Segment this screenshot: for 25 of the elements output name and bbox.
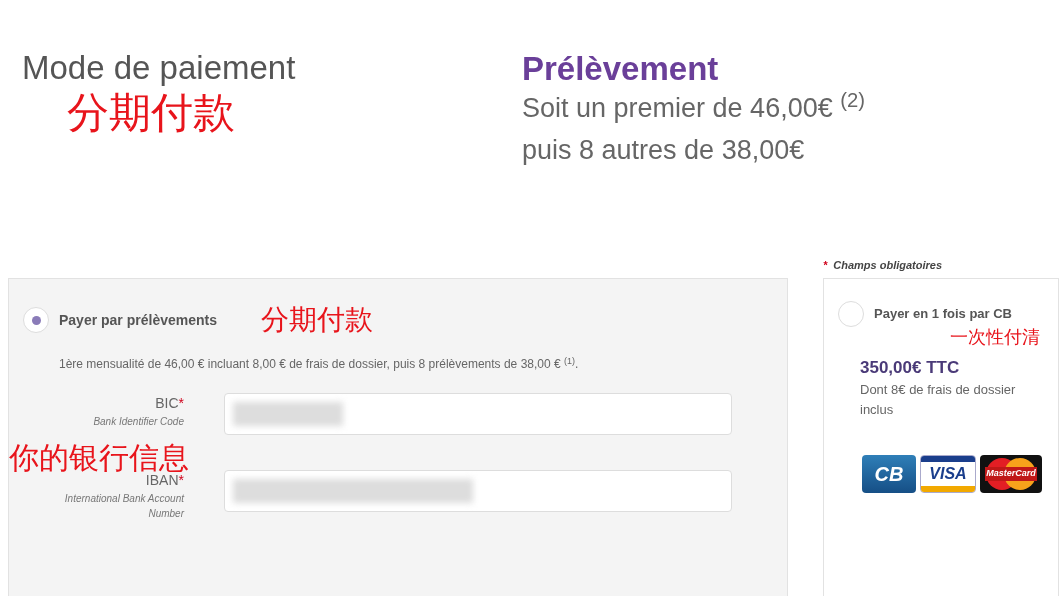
annotation: 一次性付清 — [950, 327, 1041, 349]
installment-description: 1ère mensualité de 46,00 € incluant 8,00 € de frais de dossier, puis 8 prélèvements de 38,00 € $^{(1)}$. — [59, 355, 580, 373]
option-label[interactable]: Payer par prélèvements — [59, 309, 217, 331]
option-label[interactable]: Payer en 1 fois par CB — [874, 304, 1012, 324]
required-note: * Champs obligatoires — [823, 258, 944, 273]
price: 350,00€ TTC — [860, 356, 961, 379]
annotation: 分期付款 — [67, 87, 236, 138]
annotation: 分期付款 — [261, 303, 373, 337]
visa-card-logo: VISA — [920, 455, 976, 494]
field-label: BIC* — [155, 394, 184, 413]
cb-card-logo: CB — [862, 455, 916, 494]
radio-button[interactable] — [23, 307, 49, 333]
input-field[interactable] — [224, 393, 732, 435]
field-label: IBAN* — [145, 472, 184, 490]
summary-title: Prélèvement — [522, 50, 720, 88]
summary-line: puis 8 autres de 38,00€ — [522, 133, 806, 167]
field-hint: International Bank Account Number — [63, 492, 184, 521]
field-hint: Bank Identifier Code — [92, 415, 184, 429]
input-field[interactable] — [224, 470, 732, 512]
fee-note: Dont 8€ de frais de dossier inclus — [860, 381, 1017, 419]
annotation: 你的银行信息 — [9, 441, 190, 474]
radio-button[interactable] — [838, 301, 864, 327]
summary-line: Soit un premier de 46,00€ $^{(2)}$ — [522, 87, 865, 125]
page-title: Mode de paiement — [22, 48, 297, 88]
mastercard-logo: MasterCard — [980, 455, 1042, 494]
